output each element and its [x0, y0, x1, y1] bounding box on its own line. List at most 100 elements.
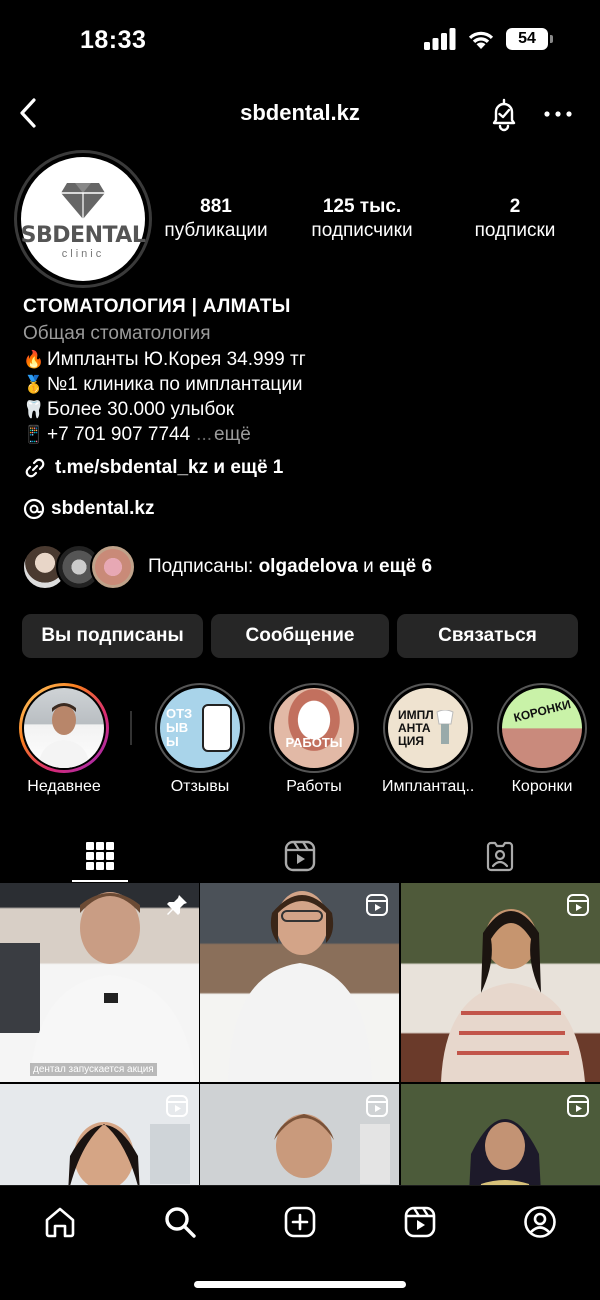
posts-grid: дентал запускается акция	[0, 883, 600, 1185]
mobile-phone-icon: 📱	[23, 425, 45, 444]
tab-posts-grid[interactable]	[0, 830, 200, 882]
nav-reels[interactable]	[398, 1200, 442, 1244]
highlight-cover-text: ИМПЛАНТАЦИЯ	[398, 707, 434, 748]
reels-icon	[284, 840, 316, 872]
post-thumbnail[interactable]	[401, 1084, 600, 1185]
highlight-label: Отзывы	[170, 778, 230, 795]
reel-badge-icon	[366, 1095, 388, 1117]
followers-more[interactable]: ещё 6	[379, 556, 432, 577]
highlight-recent[interactable]: Недавнее	[18, 683, 110, 796]
bio-more-link[interactable]: ещё	[214, 422, 251, 447]
post-thumbnail[interactable]	[0, 1084, 199, 1185]
post-thumbnail[interactable]	[200, 883, 399, 1082]
stat-value: 2	[509, 196, 521, 217]
more-horizontal-icon	[544, 111, 572, 117]
mutual-followers[interactable]: Подписаны: olgadelova и ещё 6	[22, 544, 432, 590]
tab-tagged[interactable]	[400, 830, 600, 882]
bio-phone-text[interactable]: +7 701 907 7744	[47, 422, 190, 447]
profile-tabs	[0, 830, 600, 882]
bottom-nav	[0, 1185, 600, 1300]
avatar-sub-text: clinic	[61, 247, 105, 260]
reel-badge-icon	[366, 894, 388, 916]
battery-indicator: 54	[506, 28, 553, 50]
bio-line: 🔥 Импланты Ю.Корея 34.999 тг	[23, 347, 583, 372]
highlight-label: Коронки	[511, 778, 573, 795]
highlight-divider	[130, 711, 132, 745]
grid-icon	[86, 842, 114, 870]
bio-line: 📱 +7 701 907 7744 ... ещё	[23, 422, 583, 447]
bio-more-dots: ...	[196, 424, 213, 445]
followers-prefix: Подписаны:	[148, 556, 254, 577]
threads-badge[interactable]: sbdental.kz	[23, 498, 154, 520]
highlight-label: Недавнее	[27, 778, 101, 795]
wifi-icon	[468, 31, 494, 49]
bio-line-text: №1 клиника по имплантации	[47, 374, 303, 395]
bio-line-text: Импланты Ю.Корея 34.999 тг	[47, 349, 306, 370]
diamond-logo-icon	[61, 182, 105, 219]
avatar-brand-text: SBDENTAL	[20, 222, 146, 248]
link-icon	[25, 458, 45, 478]
status-time: 18:33	[80, 26, 147, 54]
avatar-logo: SBDENTAL clinic	[20, 157, 146, 281]
reel-badge-icon	[567, 1095, 589, 1117]
nav-search[interactable]	[158, 1200, 202, 1244]
medal-icon: 🥇	[23, 375, 45, 394]
active-tab-indicator	[72, 880, 128, 882]
stat-value: 125 тыс.	[322, 196, 402, 217]
bio-line: 🥇 №1 клиника по имплантации	[23, 372, 583, 397]
highlight-cover-text: РАБОТЫ	[285, 735, 343, 750]
home-indicator[interactable]	[194, 1281, 406, 1288]
stat-posts[interactable]: 881 публикации	[150, 195, 282, 243]
reel-badge-icon	[166, 1095, 188, 1117]
tab-reels[interactable]	[200, 830, 400, 882]
nav-profile[interactable]	[518, 1200, 562, 1244]
highlight-ring: РАБОТЫ	[269, 683, 359, 773]
highlight-implants[interactable]: ИМПЛАНТАЦИЯ Имплантац...	[382, 683, 474, 796]
message-button[interactable]: Сообщение	[211, 614, 389, 658]
bio-line: 🦷 Более 30.000 улыбок	[23, 397, 583, 422]
cellular-signal-icon	[424, 28, 456, 50]
status-icons: 54	[424, 28, 553, 50]
highlight-cover: РАБОТЫ	[274, 688, 354, 768]
followers-joiner: и	[363, 556, 374, 577]
post-thumbnail[interactable]: дентал запускается акция	[0, 883, 199, 1082]
fire-icon: 🔥	[23, 350, 45, 369]
home-icon	[45, 1207, 75, 1238]
profile-avatar[interactable]: SBDENTAL clinic	[14, 150, 152, 288]
person-thumbnail	[38, 703, 90, 768]
highlight-ring: ОТЗЫВЫ	[155, 683, 245, 773]
nav-home[interactable]	[38, 1200, 82, 1244]
notifications-button[interactable]	[486, 96, 522, 132]
following-button[interactable]: Вы подписаны	[22, 614, 203, 658]
highlight-crowns[interactable]: КОРОНКИ Коронки	[496, 683, 588, 796]
mutual-avatars	[22, 544, 140, 590]
external-link[interactable]: t.me/sbdental_kz и ещё 1	[23, 456, 283, 480]
post-thumbnail[interactable]	[401, 883, 600, 1082]
more-options-button[interactable]	[540, 96, 576, 132]
threads-icon	[23, 498, 45, 520]
search-icon	[165, 1207, 196, 1238]
follower-username[interactable]: olgadelova	[259, 556, 358, 577]
highlight-reviews[interactable]: ОТЗЫВЫ Отзывы	[154, 683, 246, 796]
external-link-text: t.me/sbdental_kz и ещё 1	[55, 457, 284, 478]
profile-icon	[524, 1206, 556, 1238]
highlight-cover: ИМПЛАНТАЦИЯ	[388, 688, 468, 768]
highlight-works[interactable]: РАБОТЫ Работы	[268, 683, 360, 796]
highlight-label: Имплантац...	[382, 778, 474, 795]
stat-followers[interactable]: 125 тыс. подписчики	[282, 195, 442, 243]
post-caption-overlay: дентал запускается акция	[30, 1063, 157, 1076]
profile-bio: СТОМАТОЛОГИЯ | АЛМАТЫ Общая стоматология…	[23, 294, 583, 447]
profile-name: СТОМАТОЛОГИЯ | АЛМАТЫ	[23, 296, 291, 317]
tooth-icon: 🦷	[23, 400, 45, 419]
reels-icon	[404, 1206, 436, 1238]
phone-thumbnail	[202, 704, 232, 752]
post-thumbnail[interactable]	[200, 1084, 399, 1185]
bio-line-text: Более 30.000 улыбок	[47, 399, 235, 420]
stat-following[interactable]: 2 подписки	[442, 195, 588, 243]
highlight-ring: ИМПЛАНТАЦИЯ	[383, 683, 473, 773]
stat-label: публикации	[164, 220, 268, 241]
top-nav: sbdental.kz	[0, 90, 600, 136]
highlight-label: Работы	[286, 778, 342, 795]
contact-button[interactable]: Связаться	[397, 614, 578, 658]
nav-create[interactable]	[278, 1200, 322, 1244]
